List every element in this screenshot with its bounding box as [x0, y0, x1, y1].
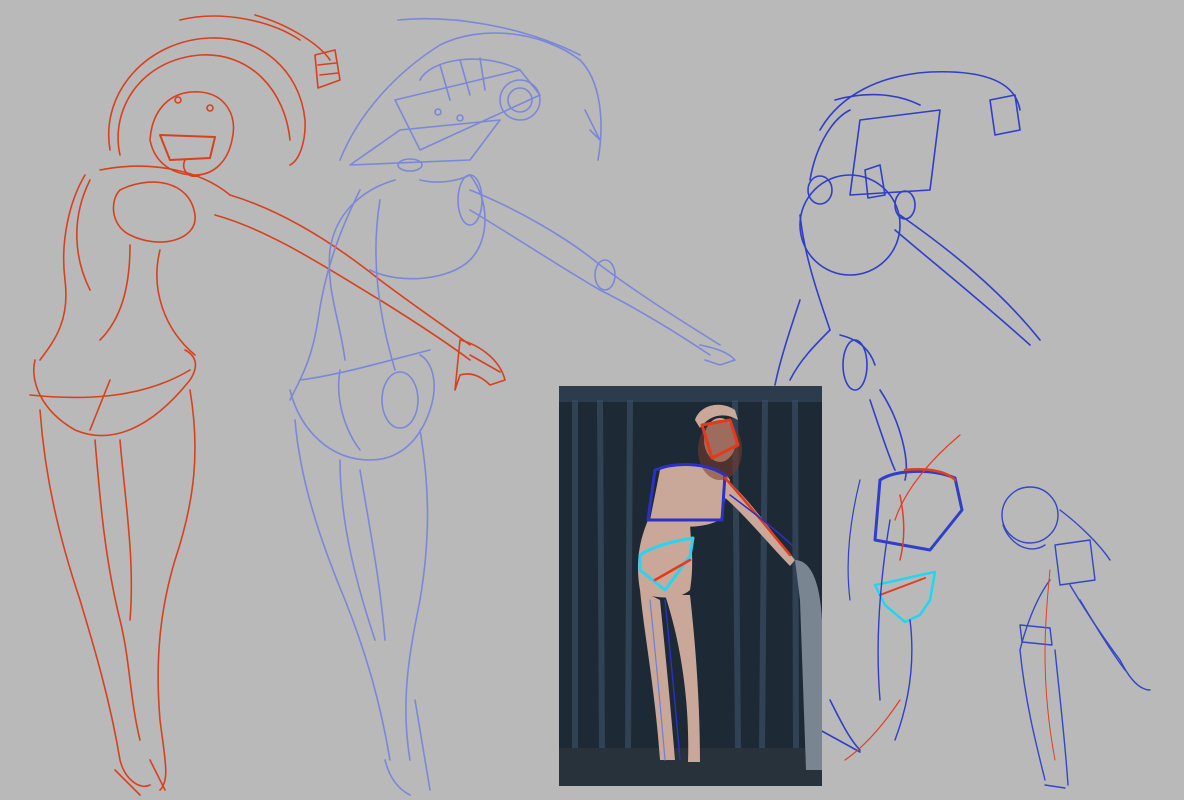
red-figure-sketch	[29, 14, 506, 796]
torso-study-sketch	[844, 434, 964, 761]
drawing-canvas	[29, 14, 1151, 796]
reference-photo	[559, 386, 822, 786]
small-figure-sketch	[1001, 486, 1151, 789]
